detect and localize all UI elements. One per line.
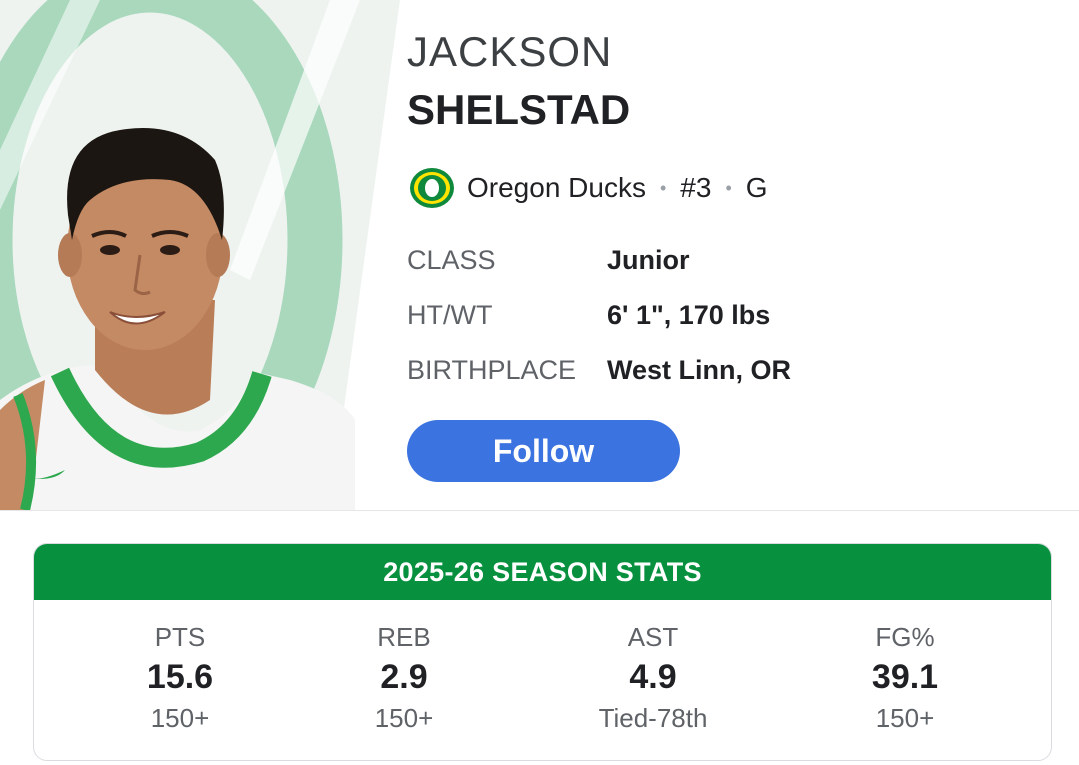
jersey-number: #3: [680, 172, 712, 203]
player-first-name: JACKSON: [407, 28, 613, 75]
stat-rank: Tied-78th: [598, 703, 708, 733]
player-position: G: [745, 172, 768, 203]
stat-rank: 150+: [374, 703, 434, 733]
stat-value: 39.1: [871, 658, 939, 696]
stat-rank: 150+: [150, 703, 210, 733]
team-row: Oregon Ducks • #3 • G: [407, 166, 768, 210]
player-hero: JACKSON SHELSTAD Oregon Ducks • #3 • G C…: [0, 0, 1079, 510]
follow-button[interactable]: Follow: [407, 420, 680, 482]
player-photo: [0, 0, 400, 510]
stat-label: FG%: [875, 622, 935, 652]
detail-label: BIRTHPLACE: [407, 354, 577, 385]
detail-label: CLASS: [407, 244, 496, 275]
detail-row-height-weight: HT/WT 6' 1", 170 lbs: [407, 297, 770, 333]
stat-value: 15.6: [146, 658, 214, 696]
detail-value: 6' 1", 170 lbs: [607, 299, 771, 330]
stat-label: AST: [627, 622, 679, 652]
team-name[interactable]: Oregon Ducks: [467, 172, 646, 204]
stat-ast: AST 4.9 Tied-78th: [533, 620, 773, 736]
player-headshot-image: [0, 0, 400, 510]
detail-value: Junior: [607, 244, 690, 275]
oregon-o-logo-icon: [410, 168, 454, 208]
separator-dot: •: [725, 177, 732, 198]
stat-fg-pct: FG% 39.1 150+: [785, 620, 1025, 736]
season-stats-title: 2025-26 SEASON STATS: [34, 544, 1051, 600]
detail-label: HT/WT: [407, 299, 493, 330]
player-last-name: SHELSTAD: [407, 86, 631, 133]
season-stats-card: 2025-26 SEASON STATS PTS 15.6 150+ REB 2…: [33, 543, 1052, 761]
stat-pts: PTS 15.6 150+: [60, 620, 300, 736]
stat-reb: REB 2.9 150+: [284, 620, 524, 736]
separator-dot: •: [659, 177, 667, 198]
detail-row-birthplace: BIRTHPLACE West Linn, OR: [407, 352, 791, 388]
stat-rank: 150+: [875, 703, 935, 733]
stat-value: 2.9: [380, 658, 428, 696]
stat-value: 4.9: [629, 658, 677, 696]
detail-row-class: CLASS Junior: [407, 242, 690, 278]
detail-value: West Linn, OR: [607, 354, 792, 385]
stat-label: REB: [377, 622, 431, 652]
section-divider: [0, 510, 1079, 511]
stat-label: PTS: [154, 622, 206, 652]
